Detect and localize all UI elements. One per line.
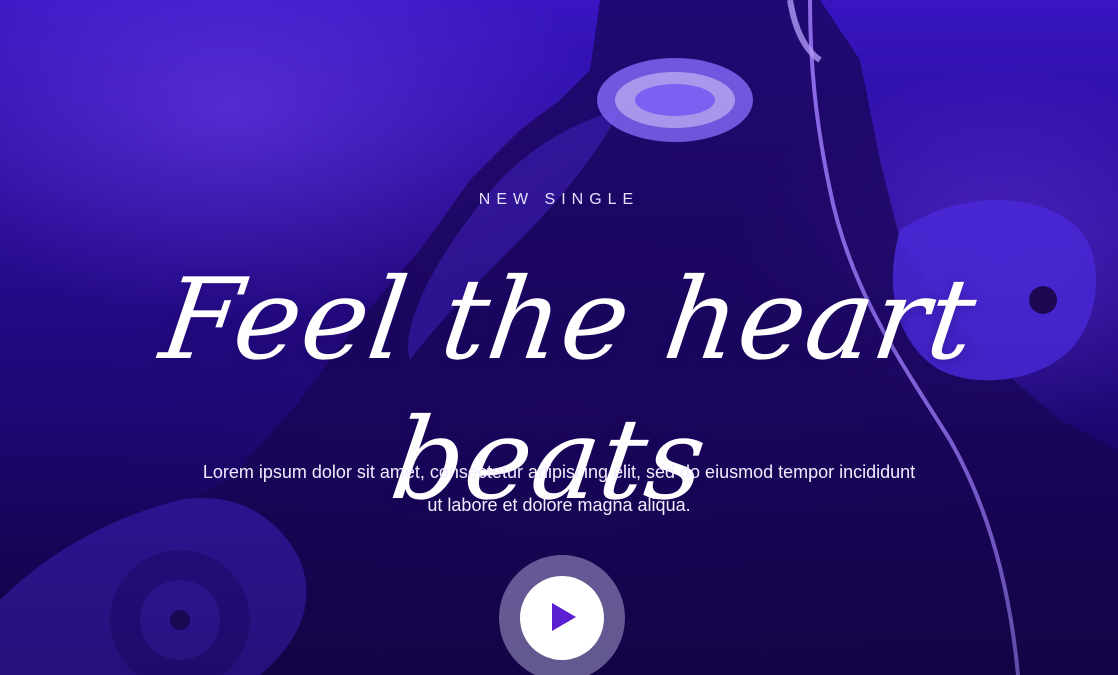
- play-button-circle[interactable]: [520, 576, 604, 660]
- hero-section: NEW SINGLE Feel the heart beats Lorem ip…: [0, 0, 1118, 675]
- play-icon: [552, 603, 576, 631]
- eyebrow-label: NEW SINGLE: [478, 191, 640, 208]
- play-button[interactable]: [499, 555, 625, 675]
- hero-description: Lorem ipsum dolor sit amet, consectetur …: [202, 462, 916, 515]
- hero-content: NEW SINGLE Feel the heart beats Lorem ip…: [0, 0, 1118, 675]
